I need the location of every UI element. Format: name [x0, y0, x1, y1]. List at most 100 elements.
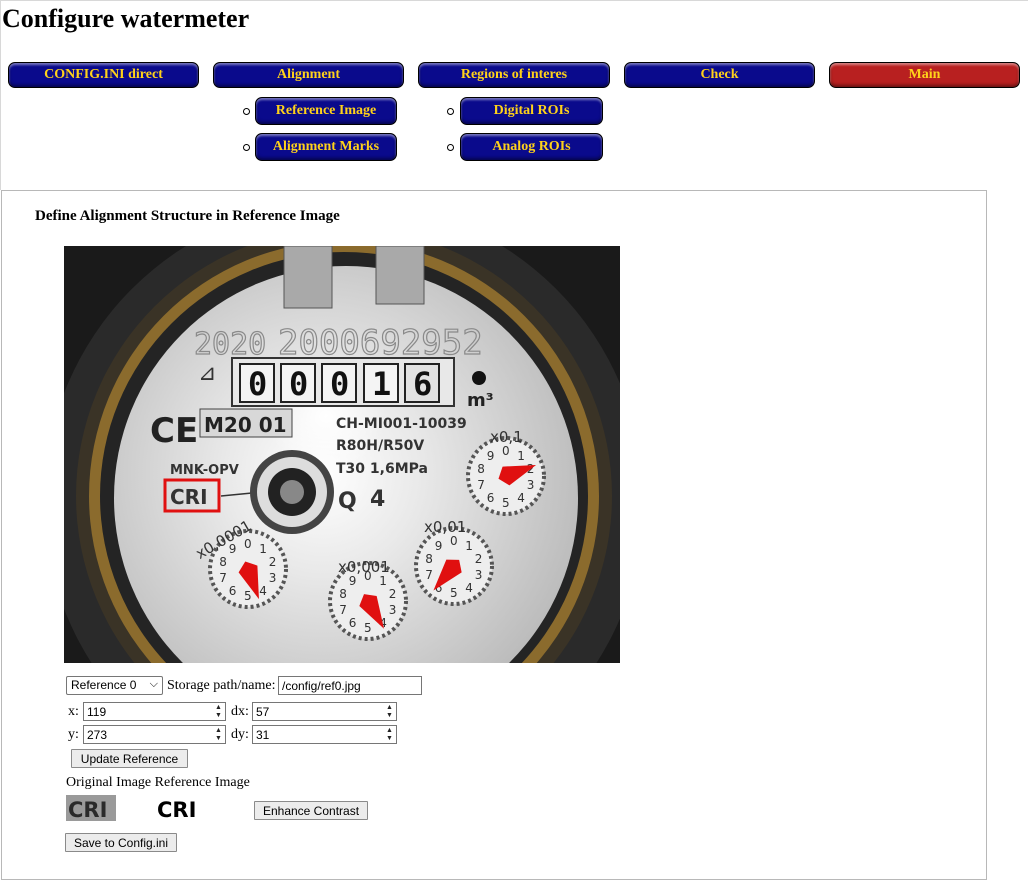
x-spinner[interactable]: ▲ ▼	[213, 704, 224, 719]
left-border	[0, 0, 1, 190]
x-input[interactable]: 119 ▲ ▼	[83, 702, 226, 721]
submenu-bullet	[243, 108, 250, 115]
dial-number: 9	[349, 574, 357, 588]
dial-number: 1	[517, 449, 525, 463]
meter-cri: CRI	[170, 485, 208, 509]
dial-number: 4	[259, 584, 267, 598]
nav-digital-rois[interactable]: Digital ROIs	[460, 97, 603, 125]
dial-number: 9	[435, 539, 443, 553]
meter-q: Q	[338, 489, 357, 514]
dial-number: 7	[425, 568, 433, 582]
meter-ratio: R80H/R50V	[336, 438, 424, 454]
svg-text:⊿: ⊿	[198, 361, 216, 386]
dial-number: 5	[244, 589, 252, 603]
dx-spinner[interactable]: ▲ ▼	[384, 704, 395, 719]
dial-number: 8	[425, 552, 433, 566]
dial-number: 6	[487, 491, 495, 505]
image-comparison-label: Original Image Reference Image	[66, 775, 250, 790]
top-border	[0, 0, 1028, 1]
page-title: Configure watermeter	[2, 4, 250, 33]
dial-number: 6	[229, 584, 237, 598]
submenu-bullet	[447, 144, 454, 151]
nav-regions-of-interest[interactable]: Regions of interes	[418, 62, 610, 88]
dial-number: 4	[517, 491, 525, 505]
chevron-down-icon: ⌵	[149, 678, 158, 690]
section-title: Define Alignment Structure in Reference …	[35, 208, 340, 224]
dial-number: 8	[339, 587, 347, 601]
dial-number: 1	[465, 539, 473, 553]
digit-3: 1	[372, 365, 391, 403]
reference-image-canvas[interactable]: 2020 2000692952 00016 m³ ⊿ CE M20 01 CH-…	[64, 246, 620, 663]
storage-path-label: Storage path/name:	[167, 678, 276, 693]
dial-number: 9	[487, 449, 495, 463]
digit-2: 0	[330, 365, 349, 403]
dial-number: 3	[269, 571, 277, 585]
dial-number: 4	[465, 581, 473, 595]
dial-number: 5	[450, 586, 458, 600]
dial-number: 8	[477, 462, 485, 476]
update-reference-button[interactable]: Update Reference	[71, 749, 188, 768]
original-image-thumbnail: CRI	[66, 795, 116, 822]
dial-number: 2	[269, 555, 277, 569]
y-label: y:	[68, 727, 79, 742]
reference-select-value: Reference 0	[71, 678, 137, 692]
nav-alignment[interactable]: Alignment	[213, 62, 404, 88]
dy-input[interactable]: 31 ▲ ▼	[252, 725, 397, 744]
y-input[interactable]: 273 ▲ ▼	[83, 725, 226, 744]
nav-check[interactable]: Check	[624, 62, 815, 88]
dx-value: 57	[256, 705, 270, 719]
dial-number: 1	[259, 542, 267, 556]
save-to-config-button[interactable]: Save to Config.ini	[65, 833, 177, 852]
dial-number: 3	[527, 478, 535, 492]
reference-image-thumbnail: CRI	[155, 795, 205, 822]
dial-number: 7	[477, 478, 485, 492]
nav-reference-image[interactable]: Reference Image	[255, 97, 397, 125]
x-label: x:	[68, 704, 79, 719]
meter-unit: m³	[467, 390, 494, 411]
enhance-contrast-button[interactable]: Enhance Contrast	[254, 801, 368, 820]
dial-number: 5	[502, 496, 510, 510]
meter-temp: T30 1,6MPa	[336, 461, 428, 477]
dy-label: dy:	[231, 727, 249, 742]
meter-m20: M20 01	[204, 413, 287, 437]
submenu-bullet	[447, 108, 454, 115]
nav-main[interactable]: Main	[829, 62, 1020, 88]
digit-4: 6	[413, 365, 432, 403]
y-spinner[interactable]: ▲ ▼	[213, 727, 224, 742]
dial-number: 5	[364, 621, 372, 635]
dial-number: 2	[475, 552, 483, 566]
dial-label-0: x0,1	[490, 428, 523, 446]
dx-label: dx:	[231, 704, 249, 719]
dial-label-3: x0,01	[424, 518, 466, 536]
x-value: 119	[87, 705, 107, 719]
dial-number: 0	[450, 534, 458, 548]
dial-number: 7	[339, 603, 347, 617]
dial-number: 3	[389, 603, 397, 617]
dial-number: 0	[502, 444, 510, 458]
dial-number: 0	[244, 537, 252, 551]
digit-0: 0	[248, 365, 267, 403]
dial-number: 3	[475, 568, 483, 582]
meter-year: 2020	[194, 327, 266, 362]
submenu-bullet	[243, 144, 250, 151]
nav-alignment-marks[interactable]: Alignment Marks	[255, 133, 397, 161]
meter-ce: CE	[150, 411, 198, 451]
nav-analog-rois[interactable]: Analog ROIs	[460, 133, 603, 161]
original-thumb-text: CRI	[68, 798, 107, 821]
meter-model: CH-MI001-10039	[336, 416, 467, 432]
nav-config-ini-direct[interactable]: CONFIG.INI direct	[8, 62, 199, 88]
dial-label-2: x0,001	[338, 558, 390, 576]
dial-number: 6	[349, 616, 357, 630]
digit-1: 0	[289, 365, 308, 403]
dial-number: 7	[219, 571, 227, 585]
y-value: 273	[87, 728, 108, 742]
dial-number: 1	[379, 574, 387, 588]
storage-path-input[interactable]: /config/ref0.jpg	[278, 676, 422, 695]
dial-number: 8	[219, 555, 227, 569]
dx-input[interactable]: 57 ▲ ▼	[252, 702, 397, 721]
dial-number: 2	[389, 587, 397, 601]
dy-spinner[interactable]: ▲ ▼	[384, 727, 395, 742]
dy-value: 31	[256, 728, 270, 742]
meter-mnk: MNK-OPV	[170, 463, 239, 478]
reference-select[interactable]: Reference 0 ⌵	[66, 676, 163, 695]
